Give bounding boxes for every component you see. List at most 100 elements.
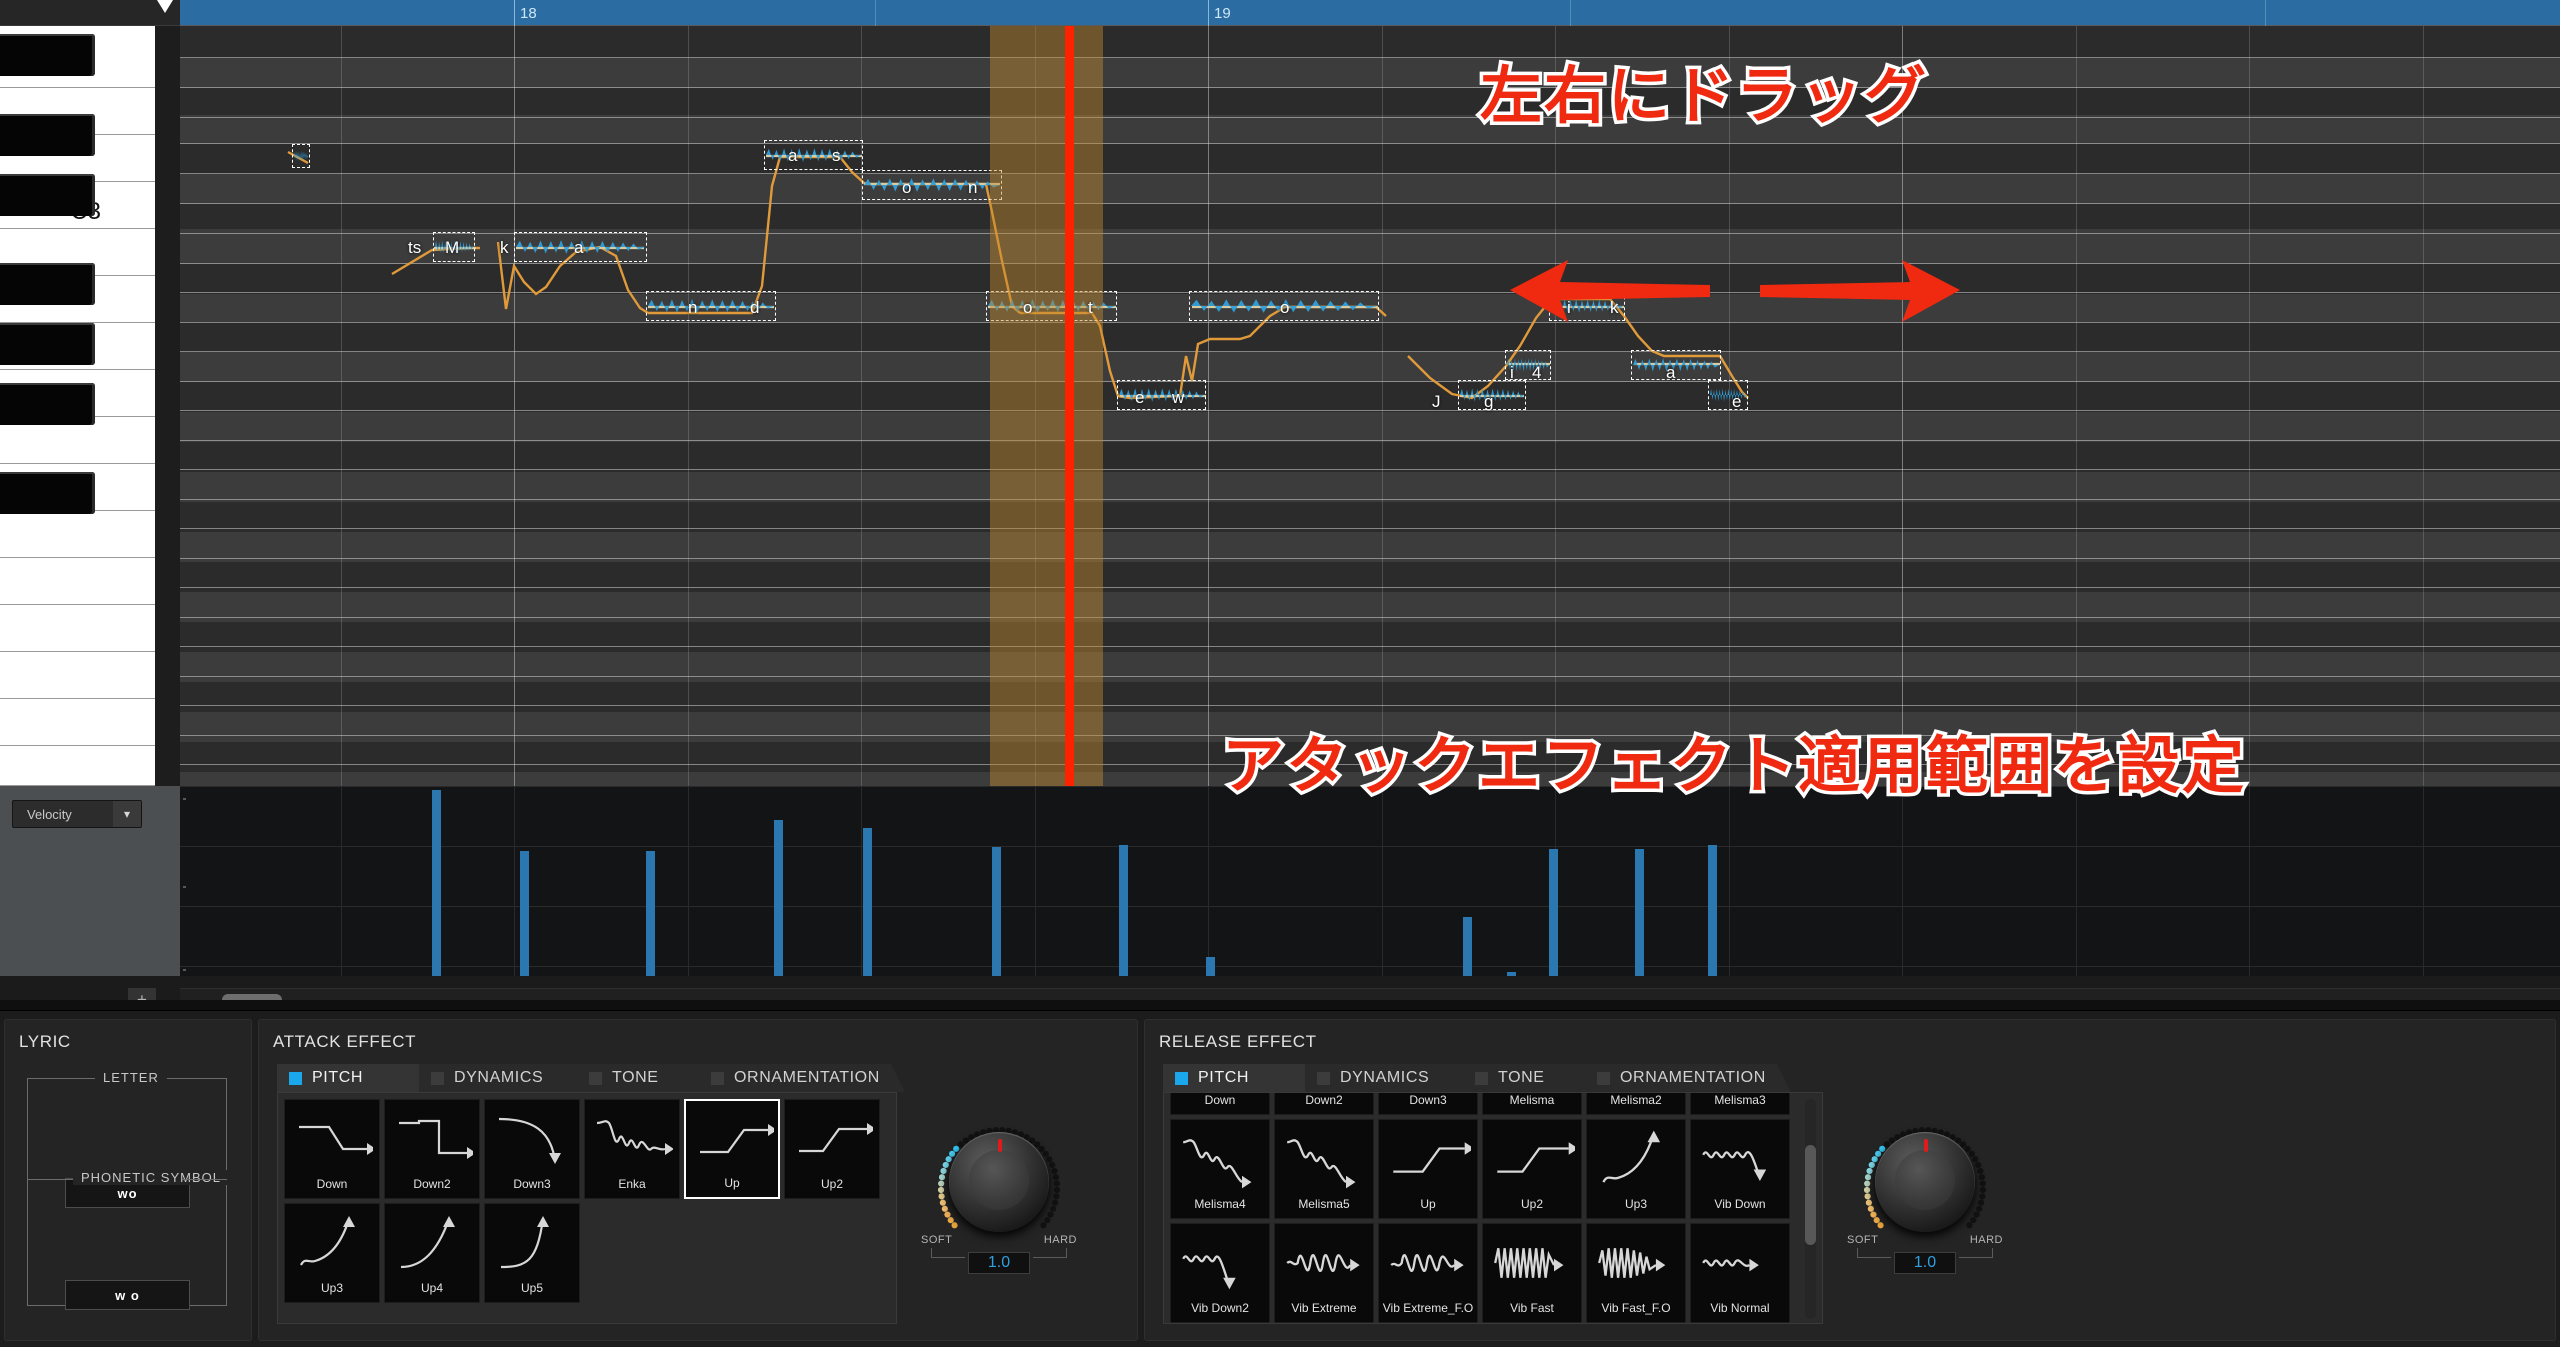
release-preset-up3[interactable]: Up3 (1586, 1119, 1686, 1219)
attack-tab-tone[interactable]: TONE (577, 1064, 713, 1092)
note-grid[interactable]: ts Mk a n d a s o n o t e w o Jg i 4 i k a e (180, 26, 2560, 786)
lane-tick (183, 969, 186, 971)
white-key[interactable] (0, 511, 155, 558)
white-key[interactable] (0, 605, 155, 652)
release-knob[interactable]: SOFT HARD 1.0 (1845, 1108, 2005, 1288)
release-scroll-thumb[interactable] (1805, 1145, 1816, 1245)
phoneme-label: o (902, 178, 912, 197)
timeline-ruler[interactable]: 18 19 (157, 0, 2560, 26)
black-key[interactable] (0, 323, 95, 365)
release-preset-vib-down2[interactable]: Vib Down2 (1170, 1223, 1270, 1323)
attack-preset-up4[interactable]: Up4 (384, 1203, 480, 1303)
release-preset-clipped-melisma[interactable]: Melisma (1482, 1093, 1582, 1115)
white-key[interactable] (0, 699, 155, 746)
bar-tick (1208, 0, 1209, 26)
piano-keyboard[interactable]: C3 (0, 26, 155, 786)
release-tab-strip[interactable]: PITCH DYNAMICS TONE ORNAMENTATION (1163, 1064, 1783, 1092)
release-preset-up[interactable]: Up (1378, 1119, 1478, 1219)
release-preset-vib-down[interactable]: Vib Down (1690, 1119, 1790, 1219)
release-preset-melisma5[interactable]: Melisma5 (1274, 1119, 1374, 1219)
release-knob-value[interactable]: 1.0 (1894, 1252, 1956, 1274)
chevron-down-icon[interactable]: ▾ (113, 801, 141, 827)
black-key[interactable] (0, 34, 95, 76)
attack-preset-down[interactable]: Down (284, 1099, 380, 1199)
velocity-bar[interactable] (646, 850, 655, 976)
attack-preset-down3[interactable]: Down3 (484, 1099, 580, 1199)
attack-tab-dynamics[interactable]: DYNAMICS (419, 1064, 591, 1092)
note-rect[interactable] (764, 140, 863, 170)
attack-range-marker[interactable] (1065, 26, 1074, 786)
velocity-bar[interactable] (863, 827, 872, 976)
release-tab-pitch[interactable]: PITCH (1163, 1064, 1319, 1092)
phonetic-input[interactable]: w o (65, 1280, 190, 1310)
release-knob-body[interactable] (1875, 1132, 1975, 1232)
release-preset-clipped-melisma3[interactable]: Melisma3 (1690, 1093, 1790, 1115)
curve-up2-icon (1497, 1142, 1575, 1173)
note-rect[interactable] (292, 144, 310, 168)
attack-preset-up2[interactable]: Up2 (784, 1099, 880, 1199)
release-preset-vib-fast-f-o[interactable]: Vib Fast_F.O (1586, 1223, 1686, 1323)
velocity-lane[interactable] (180, 786, 2560, 976)
attack-preset-up[interactable]: Up (684, 1099, 780, 1199)
release-preset-grid[interactable]: Down Down2 Down3 Melisma Melisma2 Melisma3 Mel… (1163, 1092, 1823, 1324)
attack-preset-up3[interactable]: Up3 (284, 1203, 380, 1303)
attack-knob-value[interactable]: 1.0 (968, 1252, 1030, 1274)
velocity-bar[interactable] (1708, 844, 1717, 976)
velocity-bar[interactable] (774, 820, 783, 976)
attack-preset-label: Up4 (420, 1281, 443, 1295)
release-preset-vib-extreme-f-o[interactable]: Vib Extreme_F.O (1378, 1223, 1478, 1323)
attack-preset-enka[interactable]: Enka (584, 1099, 680, 1199)
release-tab-ornamentation[interactable]: ORNAMENTATION (1585, 1064, 1791, 1092)
release-preset-clipped-melisma2[interactable]: Melisma2 (1586, 1093, 1686, 1115)
note-rect[interactable] (1708, 380, 1748, 410)
release-preset-up2[interactable]: Up2 (1482, 1119, 1582, 1219)
black-key[interactable] (0, 263, 95, 305)
velocity-bar[interactable] (520, 850, 529, 976)
black-key[interactable] (0, 472, 95, 514)
attack-preset-down2[interactable]: Down2 (384, 1099, 480, 1199)
note-rect[interactable] (1631, 350, 1721, 380)
velocity-bar[interactable] (1507, 972, 1516, 976)
white-key[interactable] (0, 558, 155, 605)
velocity-bar[interactable] (992, 846, 1001, 976)
release-preset-label: Melisma2 (1610, 1093, 1662, 1107)
attack-knob-body[interactable] (949, 1132, 1049, 1232)
release-preset-clipped-down3[interactable]: Down3 (1378, 1093, 1478, 1115)
attack-tab-label: PITCH (312, 1069, 363, 1086)
note-waveform (294, 150, 308, 162)
controller-type-select[interactable]: Velocity ▾ (12, 800, 142, 828)
black-key[interactable] (0, 174, 95, 216)
tab-indicator (711, 1072, 724, 1085)
attack-preset-grid[interactable]: Down Down2 Down3 Enka Up Up2 Up3 Up4 Up5 (277, 1092, 897, 1324)
attack-preset-up5[interactable]: Up5 (484, 1203, 580, 1303)
white-key[interactable] (0, 652, 155, 699)
note-rect[interactable] (1117, 380, 1206, 410)
release-preset-label: Melisma (1509, 1093, 1555, 1107)
velocity-bar[interactable] (1119, 844, 1128, 976)
velocity-bar[interactable] (1635, 848, 1644, 976)
velocity-bar[interactable] (1549, 848, 1558, 976)
attack-tab-ornamentation[interactable]: ORNAMENTATION (699, 1064, 905, 1092)
black-key[interactable] (0, 114, 95, 156)
velocity-bar[interactable] (432, 789, 441, 976)
black-key[interactable] (0, 383, 95, 425)
playhead-marker-icon[interactable] (157, 0, 173, 13)
release-preset-clipped-down2[interactable]: Down2 (1274, 1093, 1374, 1115)
note-rect[interactable] (862, 170, 1002, 200)
release-preset-melisma4[interactable]: Melisma4 (1170, 1119, 1270, 1219)
release-tab-dynamics[interactable]: DYNAMICS (1305, 1064, 1477, 1092)
attack-range-band[interactable] (990, 26, 1103, 786)
white-key[interactable] (0, 746, 155, 786)
velocity-bar[interactable] (1206, 957, 1215, 976)
velocity-bar[interactable] (1463, 917, 1472, 976)
attack-tab-strip[interactable]: PITCH DYNAMICS TONE ORNAMENTATION (277, 1064, 897, 1092)
release-preset-vib-normal[interactable]: Vib Normal (1690, 1223, 1790, 1323)
release-preset-clipped-down[interactable]: Down (1170, 1093, 1270, 1115)
attack-knob[interactable]: SOFT HARD 1.0 (919, 1108, 1079, 1288)
release-preset-vib-extreme[interactable]: Vib Extreme (1274, 1223, 1374, 1323)
release-preset-vib-fast[interactable]: Vib Fast (1482, 1223, 1582, 1323)
attack-tab-pitch[interactable]: PITCH (277, 1064, 433, 1092)
effect-panels: LYRIC LETTER wo PHONETIC SYMBOL w o ATTA… (0, 1010, 2560, 1347)
release-scrollbar[interactable] (1805, 1099, 1816, 1319)
release-tab-tone[interactable]: TONE (1463, 1064, 1599, 1092)
